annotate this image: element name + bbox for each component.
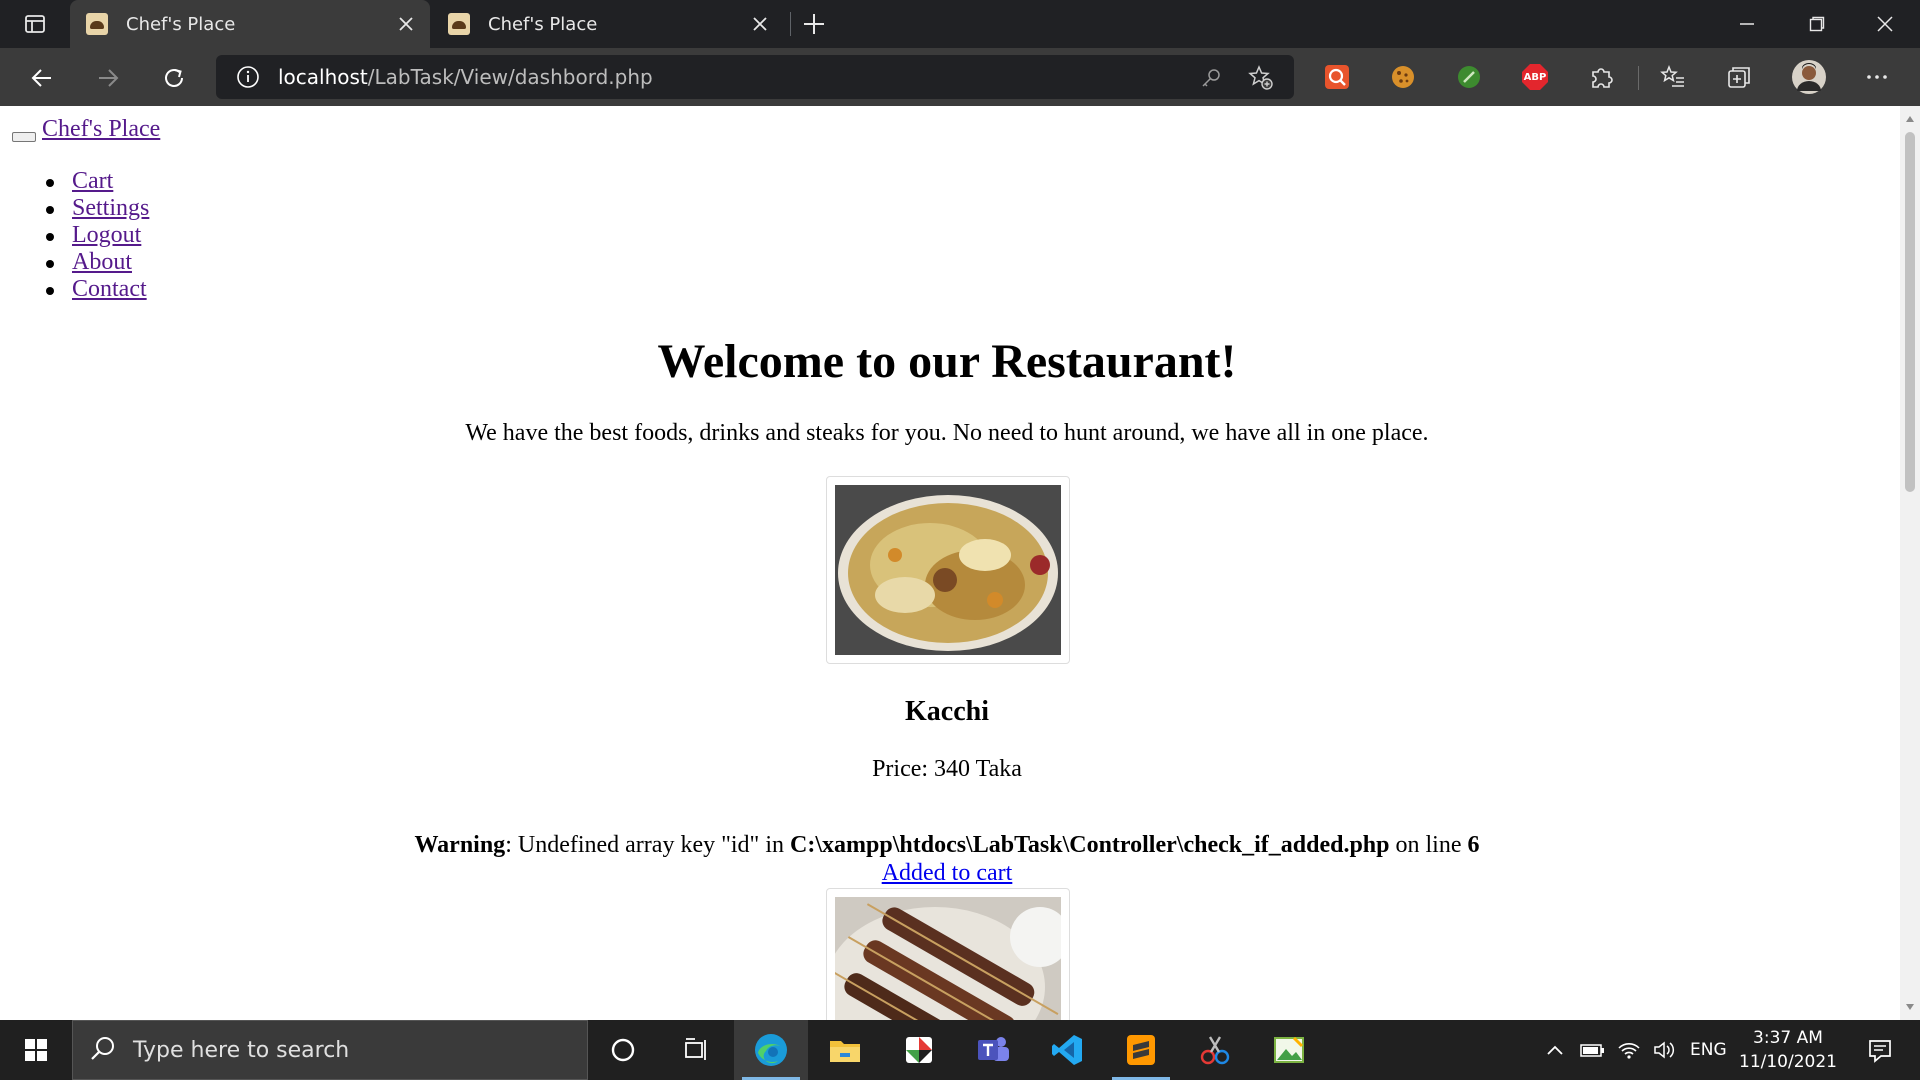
url-host: localhost [278, 65, 368, 89]
warning-line-number: 6 [1467, 832, 1480, 858]
nav-item-contact: Contact [46, 276, 149, 303]
close-icon[interactable] [394, 12, 418, 36]
sublime-text-icon[interactable] [1104, 1020, 1178, 1080]
cookie-extension-icon[interactable] [1388, 62, 1418, 92]
food-card-kacchi [826, 476, 1070, 664]
restore-icon[interactable] [1782, 0, 1852, 48]
url-path: /LabTask/View/dashbord.php [367, 65, 653, 89]
chef-favicon-icon [448, 13, 470, 35]
browser-chrome: Chef's Place Chef's Place localhost/LabT… [0, 0, 1920, 106]
navbar-toggle-button[interactable] [12, 132, 36, 142]
info-icon[interactable] [236, 65, 260, 89]
nav-link-cart[interactable]: Cart [72, 168, 113, 194]
windows-start-icon[interactable] [0, 1020, 72, 1080]
scrollbar-thumb[interactable] [1905, 132, 1915, 492]
adblock-label: ABP [1523, 71, 1547, 83]
added-to-cart-link[interactable]: Added to cart [882, 860, 1013, 886]
battery-icon[interactable] [1578, 1020, 1608, 1080]
page-title: Welcome to our Restaurant! [657, 335, 1237, 388]
window-close-icon[interactable] [1850, 0, 1920, 48]
page-viewport: Chef's Place Cart Settings Logout About … [0, 106, 1900, 1020]
minimize-icon[interactable] [1712, 0, 1782, 48]
tab-title: Chef's Place [126, 13, 236, 35]
toolbar-separator [1638, 66, 1639, 90]
puzzle-extensions-icon[interactable] [1586, 62, 1616, 92]
edge-browser-icon[interactable] [734, 1020, 808, 1080]
taskbar-search-placeholder: Type here to search [133, 1037, 350, 1063]
warning-file: C:\xampp\htdocs\LabTask\Controller\check… [790, 832, 1390, 858]
chef-favicon-icon [86, 13, 108, 35]
clock-date: 11/10/2021 [1739, 1052, 1837, 1072]
tab-chefs-place-1[interactable]: Chef's Place [70, 0, 430, 48]
input-language[interactable]: ENG [1690, 1040, 1727, 1060]
color-app-icon[interactable] [882, 1020, 956, 1080]
windows-taskbar: Type here to search ENG 3:37 AM 11/10/20… [0, 1020, 1920, 1080]
tab-title: Chef's Place [488, 13, 598, 35]
url-text[interactable]: localhost/LabTask/View/dashbord.php [278, 65, 653, 89]
refresh-icon[interactable] [154, 58, 194, 98]
close-icon[interactable] [748, 12, 772, 36]
forward-arrow-icon[interactable] [88, 58, 128, 98]
nav-link-settings[interactable]: Settings [72, 195, 149, 221]
food-image-kabab [835, 897, 1061, 1020]
food-name: Kacchi [905, 696, 989, 727]
show-hidden-icons-chevron-icon[interactable] [1540, 1020, 1570, 1080]
more-options-icon[interactable] [1862, 62, 1892, 92]
nav-link-contact[interactable]: Contact [72, 276, 147, 302]
brand-link[interactable]: Chef's Place [42, 116, 160, 143]
nav-link-logout[interactable]: Logout [72, 222, 141, 248]
scroll-down-arrow-icon[interactable] [1903, 1000, 1917, 1014]
warning-message: : Undefined array key "id" in [505, 832, 791, 858]
taskbar-search-box[interactable]: Type here to search [72, 1020, 588, 1080]
nav-link-about[interactable]: About [72, 249, 132, 275]
nav-item-cart: Cart [46, 168, 149, 195]
warning-label: Warning [414, 832, 506, 858]
avatar[interactable] [1790, 58, 1828, 96]
favorites-icon[interactable] [1658, 62, 1688, 92]
food-price: Price: 340 Taka [872, 756, 1022, 782]
warning-line-text: on line [1389, 832, 1468, 858]
scroll-up-arrow-icon[interactable] [1903, 112, 1917, 126]
new-tab-icon[interactable] [798, 10, 830, 38]
back-arrow-icon[interactable] [22, 58, 62, 98]
tab-actions-icon[interactable] [18, 12, 52, 36]
taskbar-clock[interactable]: 3:37 AM 11/10/2021 [1734, 1026, 1842, 1074]
browser-toolbar: localhost/LabTask/View/dashbord.php ABP [0, 48, 1920, 106]
nav-item-settings: Settings [46, 195, 149, 222]
nav-list: Cart Settings Logout About Contact [46, 168, 149, 303]
wifi-icon[interactable] [1614, 1020, 1644, 1080]
cortana-icon[interactable] [586, 1020, 660, 1080]
page-tagline: We have the best foods, drinks and steak… [465, 420, 1429, 446]
teams-icon[interactable] [956, 1020, 1030, 1080]
adblock-plus-icon[interactable]: ABP [1520, 62, 1550, 92]
collections-icon[interactable] [1724, 62, 1754, 92]
image-viewer-icon[interactable] [1252, 1020, 1326, 1080]
add-favorite-icon[interactable] [1248, 65, 1274, 91]
food-image-kacchi [835, 485, 1061, 655]
notification-center-icon[interactable] [1850, 1020, 1910, 1080]
added-to-cart-row: Added to cart [0, 860, 1894, 887]
task-view-icon[interactable] [660, 1020, 734, 1080]
key-icon[interactable] [1198, 65, 1224, 91]
nav-item-about: About [46, 249, 149, 276]
clock-time: 3:37 AM [1753, 1028, 1823, 1048]
search-icon [89, 1035, 119, 1065]
tab-separator [790, 12, 791, 36]
nav-item-logout: Logout [46, 222, 149, 249]
leaf-extension-icon[interactable] [1454, 62, 1484, 92]
snipping-tool-icon[interactable] [1178, 1020, 1252, 1080]
vscode-icon[interactable] [1030, 1020, 1104, 1080]
address-bar[interactable]: localhost/LabTask/View/dashbord.php [216, 55, 1294, 99]
page-scrollbar[interactable] [1900, 106, 1920, 1020]
tab-strip: Chef's Place Chef's Place [0, 0, 1920, 48]
php-warning: Warning: Undefined array key "id" in C:\… [0, 832, 1894, 859]
spotlight-extension-icon[interactable] [1322, 62, 1352, 92]
file-explorer-icon[interactable] [808, 1020, 882, 1080]
food-card-kabab [826, 888, 1070, 1020]
tab-chefs-place-2[interactable]: Chef's Place [432, 0, 784, 48]
volume-icon[interactable] [1650, 1020, 1680, 1080]
